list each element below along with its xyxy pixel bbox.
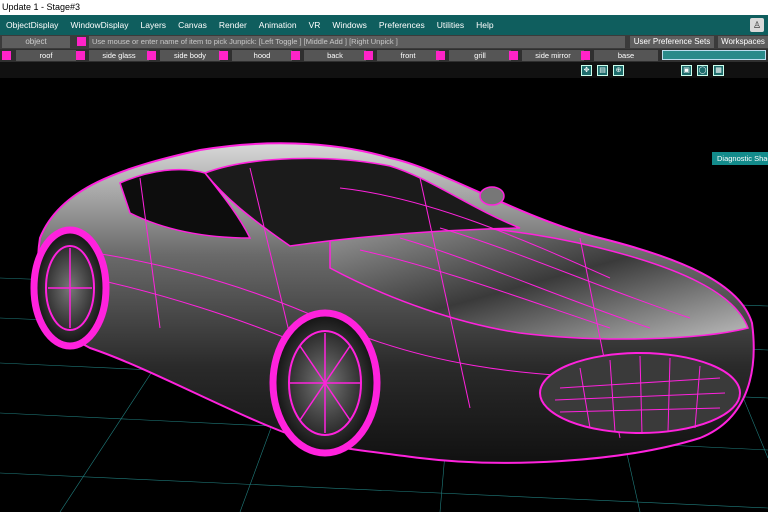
layer-label[interactable]: side glass	[89, 50, 149, 61]
layer-label[interactable]: side mirror	[522, 50, 584, 61]
camera-pan-icon[interactable]: ✥	[581, 65, 592, 76]
layer-label[interactable]: grill	[449, 50, 511, 61]
layer-label[interactable]: roof	[16, 50, 76, 61]
menu-canvas[interactable]: Canvas	[172, 20, 213, 30]
layer-swatch[interactable]	[436, 51, 445, 60]
menu-utilities[interactable]: Utilities	[431, 20, 470, 30]
pick-hint-field[interactable]: Use mouse or enter name of item to pick …	[89, 36, 625, 48]
layer-label[interactable]: side body	[160, 50, 220, 61]
menu-objectdisplay[interactable]: ObjectDisplay	[0, 20, 64, 30]
layer-swatch[interactable]	[291, 51, 300, 60]
grid-toggle-icon[interactable]: ▦	[713, 65, 724, 76]
user-preference-sets-button[interactable]: User Preference Sets	[630, 36, 714, 48]
object-field[interactable]: object	[2, 36, 70, 48]
layer-back[interactable]: back	[291, 50, 366, 61]
layer-swatch[interactable]	[509, 51, 518, 60]
layer-swatch[interactable]	[219, 51, 228, 60]
viewport-scene	[0, 142, 768, 512]
layer-swatch[interactable]	[2, 51, 11, 60]
menu-vr[interactable]: VR	[303, 20, 327, 30]
layer-side-body[interactable]: side body	[147, 50, 220, 61]
layer-side-mirror[interactable]: side mirror	[509, 50, 584, 61]
window-title: Update 1 - Stage#3	[2, 2, 81, 12]
camera-dolly-icon[interactable]: ▤	[597, 65, 608, 76]
layer-grill[interactable]: grill	[436, 50, 511, 61]
viewport-toolbar: ✥ ▤ ⊕ ▣ ◯ ▦	[0, 62, 768, 78]
menu-windows[interactable]: Windows	[326, 20, 372, 30]
layer-roof[interactable]: roof	[2, 50, 76, 61]
layer-label[interactable]: front	[377, 50, 439, 61]
menu-preferences[interactable]: Preferences	[373, 20, 431, 30]
layer-front[interactable]: front	[364, 50, 439, 61]
layer-label[interactable]: back	[304, 50, 366, 61]
layer-label[interactable]: base	[594, 50, 658, 61]
menu-windowdisplay[interactable]: WindowDisplay	[64, 20, 134, 30]
menu-help[interactable]: Help	[470, 20, 499, 30]
user-icon[interactable]: ♙	[750, 18, 764, 32]
menu-layers[interactable]: Layers	[135, 20, 173, 30]
menu-render[interactable]: Render	[213, 20, 253, 30]
layer-swatch[interactable]	[76, 51, 85, 60]
rear-wheel	[30, 226, 110, 350]
menu-animation[interactable]: Animation	[253, 20, 303, 30]
layer-hood[interactable]: hood	[219, 50, 292, 61]
layer-label[interactable]: hood	[232, 50, 292, 61]
pick-bar: object Use mouse or enter name of item t…	[0, 35, 768, 49]
diagnostic-shading-button[interactable]: Diagnostic Shading	[712, 152, 768, 165]
workspaces-button[interactable]: Workspaces	[718, 36, 768, 48]
pick-color-swatch[interactable]	[77, 37, 86, 46]
layer-swatch[interactable]	[364, 51, 373, 60]
3d-viewport[interactable]: Diagnostic Shading	[0, 78, 768, 512]
frame-icon[interactable]: ◯	[697, 65, 708, 76]
layer-bar: roof side glass side body hood back fron…	[0, 49, 768, 62]
fit-view-icon[interactable]: ▣	[681, 65, 692, 76]
camera-zoom-icon[interactable]: ⊕	[613, 65, 624, 76]
window-titlebar: Update 1 - Stage#3	[0, 0, 768, 15]
layer-base[interactable]: base	[581, 50, 658, 61]
front-wheel	[269, 309, 381, 457]
car-side-mirror	[479, 186, 505, 206]
car-model	[30, 142, 755, 464]
menu-bar: ObjectDisplay WindowDisplay Layers Canva…	[0, 15, 768, 35]
layer-side-glass[interactable]: side glass	[76, 50, 149, 61]
layer-slider[interactable]	[662, 50, 766, 60]
layer-swatch[interactable]	[581, 51, 590, 60]
layer-swatch[interactable]	[147, 51, 156, 60]
